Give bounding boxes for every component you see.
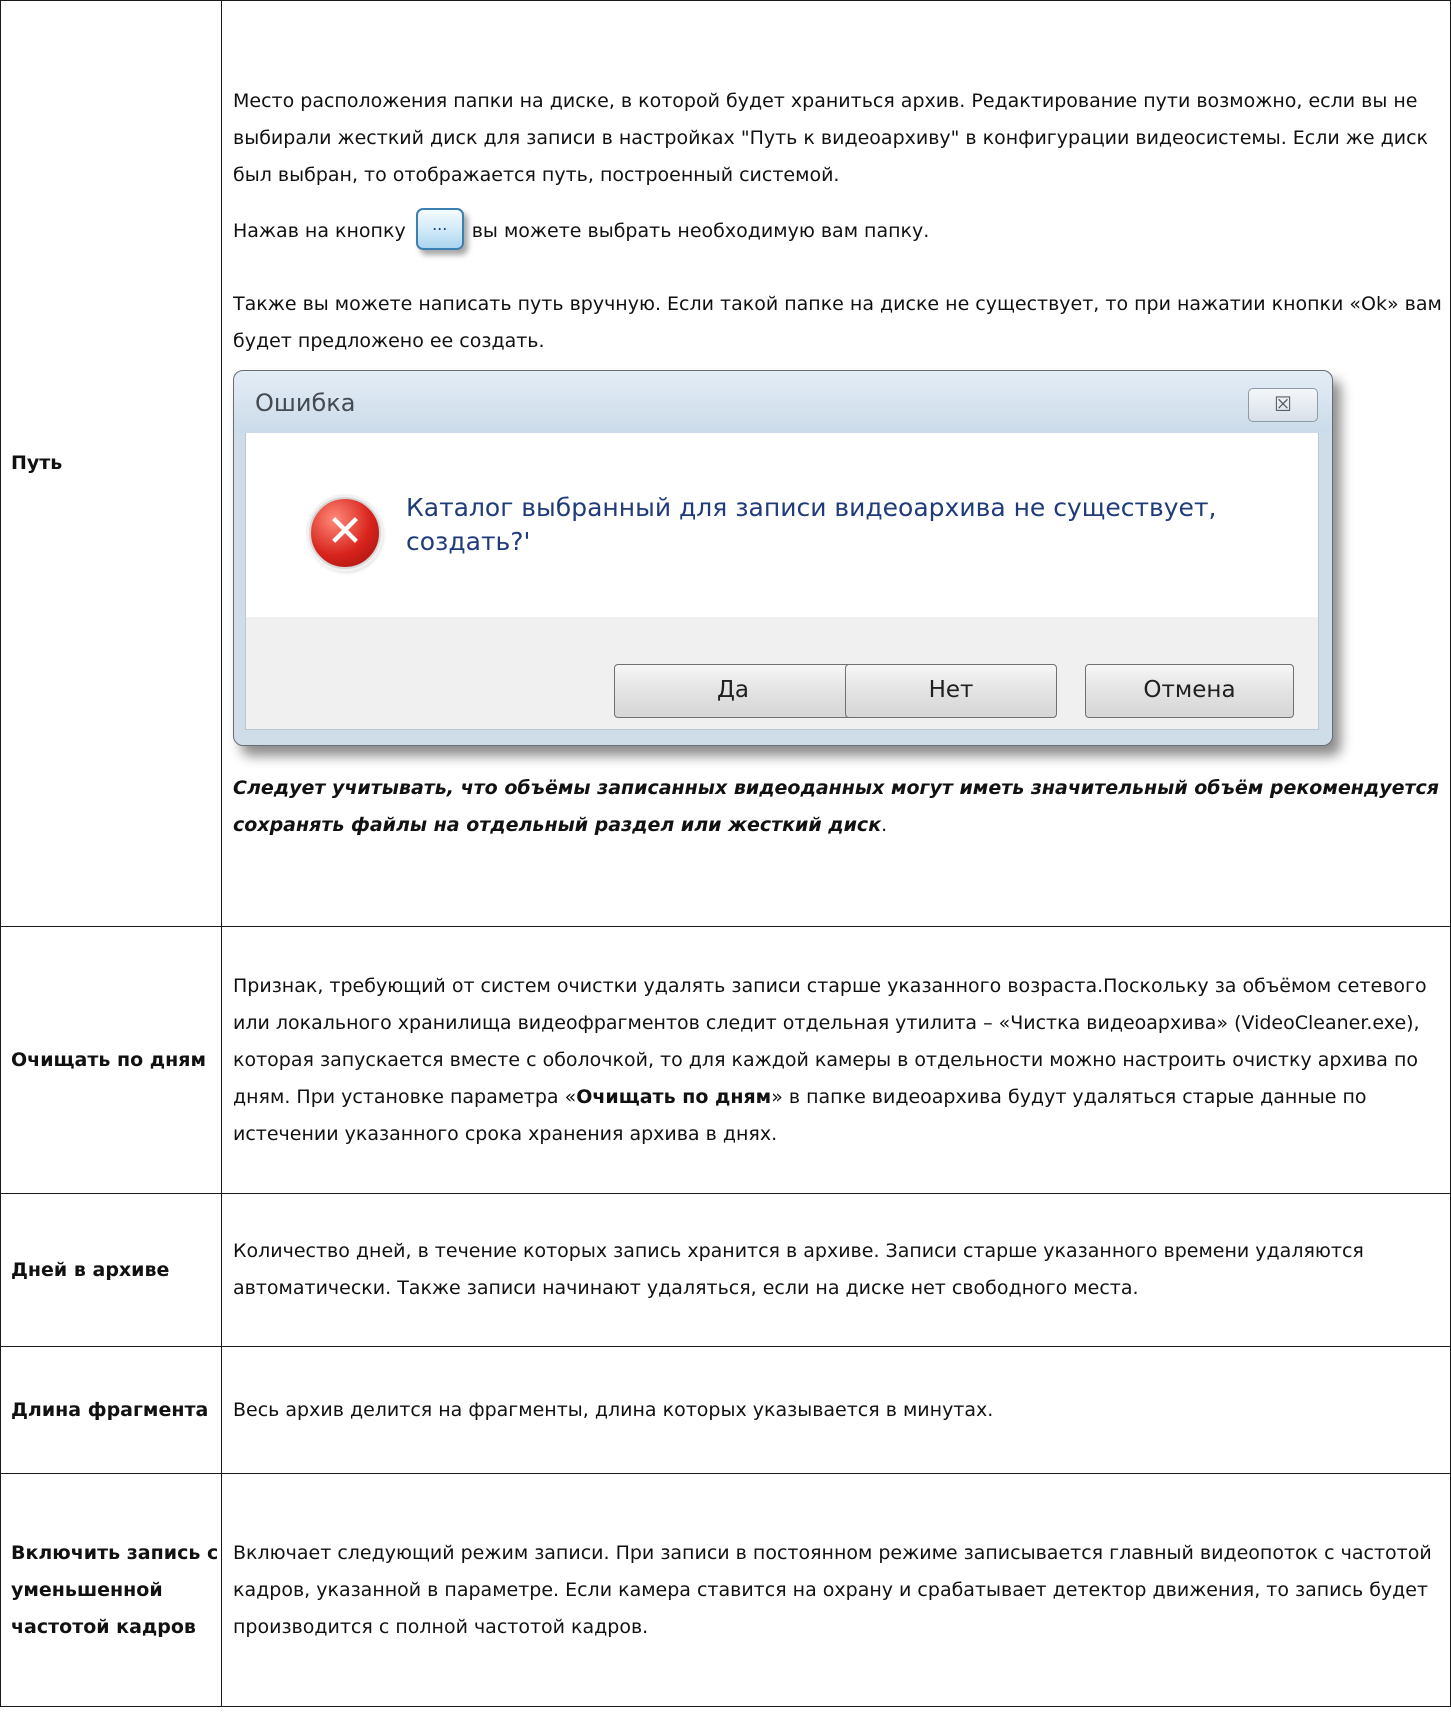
description-clean-by-days: Признак, требующий от систем очистки уда… — [221, 926, 1451, 1194]
parameters-table: Путь Место расположения папки на диске, … — [0, 0, 1451, 1707]
dialog-content: ✕ Каталог выбранный для записи видеоархи… — [245, 433, 1319, 617]
description-days-in-archive: Количество дней, в течение которых запис… — [221, 1193, 1451, 1347]
table-row: Дней в архиве Количество дней, в течение… — [0, 1193, 1451, 1347]
dialog-close-button[interactable]: ☒ — [1248, 388, 1318, 422]
path-paragraph-1: Место расположения папки на диске, в кот… — [233, 90, 1429, 186]
path-paragraph-3: Также вы можете написать путь вручную. Е… — [233, 293, 1442, 352]
table-row: Путь Место расположения папки на диске, … — [0, 0, 1451, 927]
dialog-yes-button[interactable]: Да — [614, 664, 852, 718]
browse-button-image: ... — [412, 202, 468, 260]
path-paragraph-2: Нажав на кнопку ... вы можете выбрать не… — [233, 194, 1444, 268]
path-paragraph-2-after: вы можете выбрать необходимую вам папку. — [471, 219, 930, 242]
path-note: Следует учитывать, что объёмы записанных… — [233, 770, 1444, 844]
table-row: Включить запись с уменьшенной частотой к… — [0, 1473, 1451, 1707]
dialog-titlebar: Ошибка ☒ — [234, 371, 1332, 433]
dialog-title: Ошибка — [255, 389, 356, 417]
path-paragraph-2-before: Нажав на кнопку — [233, 219, 406, 242]
dialog-message: Каталог выбранный для записи видеоархива… — [406, 493, 1217, 556]
term-fragment-length: Длина фрагмента — [0, 1346, 222, 1474]
dialog-no-button[interactable]: Нет — [845, 664, 1057, 718]
term-reduced-framerate: Включить запись с уменьшенной частотой к… — [0, 1473, 222, 1707]
path-note-text: Следует учитывать, что объёмы записанных… — [233, 777, 1439, 836]
path-note-end: . — [881, 814, 888, 836]
error-dialog-screenshot: Ошибка ☒ ✕ Каталог выбранный для записи … — [233, 370, 1333, 746]
term-days-in-archive: Дней в архиве — [0, 1193, 222, 1347]
table-row: Очищать по дням Признак, требующий от си… — [0, 926, 1451, 1194]
description-fragment-length: Весь архив делится на фрагменты, длина к… — [221, 1346, 1451, 1474]
dialog-footer: Да Нет Отмена — [245, 617, 1319, 730]
table-row: Длина фрагмента Весь архив делится на фр… — [0, 1346, 1451, 1474]
description-reduced-framerate: Включает следующий режим записи. При зап… — [221, 1473, 1451, 1707]
term-clean-by-days: Очищать по дням — [0, 926, 222, 1194]
browse-button-label: ... — [415, 208, 464, 250]
description-path: Место расположения папки на диске, в кот… — [221, 0, 1451, 927]
error-icon: ✕ — [309, 497, 381, 569]
dialog-cancel-button[interactable]: Отмена — [1085, 664, 1294, 718]
clean-desc-bold: Очищать по дням — [576, 1085, 772, 1108]
term-path: Путь — [0, 0, 222, 927]
